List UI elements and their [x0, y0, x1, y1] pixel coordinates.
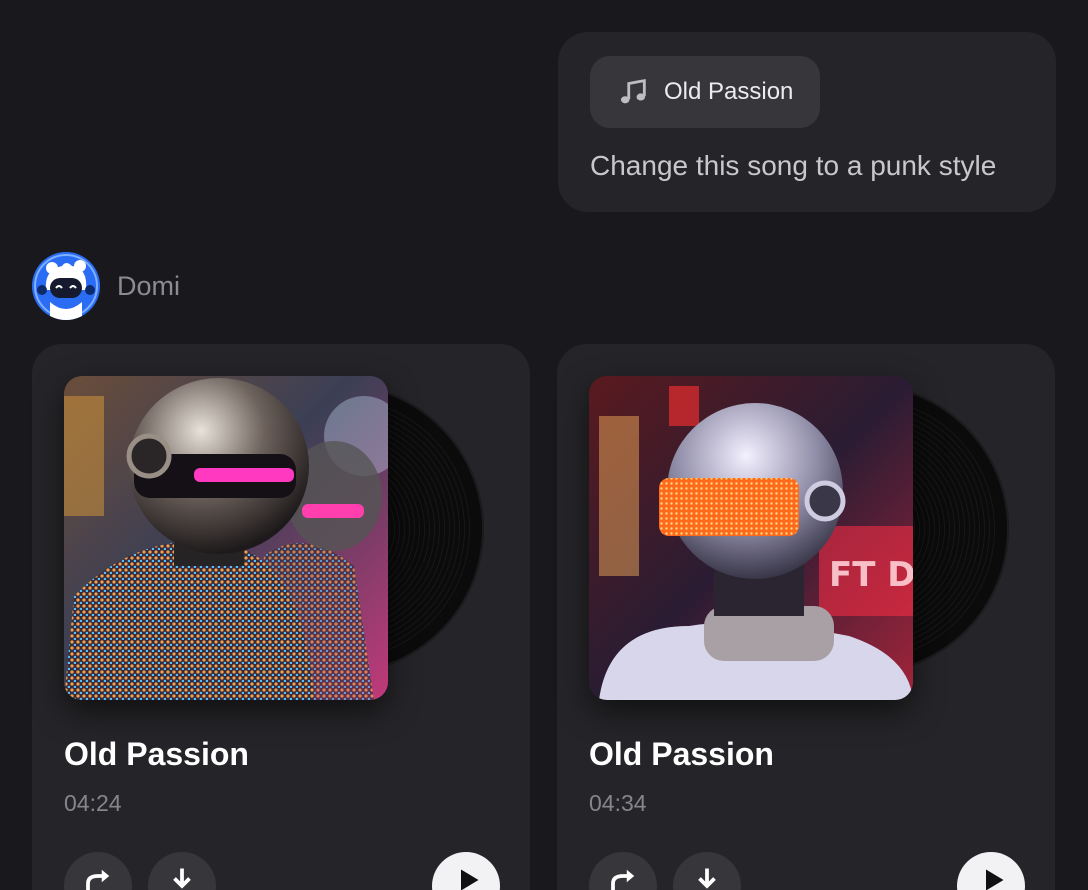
- song-duration: 04:34: [589, 790, 647, 816]
- play-button[interactable]: [957, 852, 1025, 890]
- svg-text:FT D: FT D: [829, 555, 913, 595]
- download-button[interactable]: [673, 852, 741, 890]
- assistant-name: Domi: [117, 270, 181, 301]
- play-icon: [986, 869, 1004, 890]
- regenerate-icon: [611, 869, 635, 890]
- album-cover[interactable]: [64, 376, 388, 700]
- play-button[interactable]: [432, 852, 500, 890]
- download-icon: [173, 868, 191, 889]
- play-icon: [461, 869, 479, 890]
- song-title: Old Passion: [64, 736, 249, 772]
- download-icon: [698, 868, 716, 889]
- song-card: FT D Old Passion 04:34: [557, 344, 1055, 890]
- regenerate-icon: [86, 869, 110, 890]
- download-button[interactable]: [148, 852, 216, 890]
- user-message-bubble: Old Passion Change this song to a punk s…: [558, 32, 1056, 212]
- avatar: [32, 252, 100, 320]
- album-cover[interactable]: FT D: [589, 376, 913, 700]
- regenerate-button[interactable]: [64, 852, 132, 890]
- song-card: Old Passion 04:24: [32, 344, 530, 890]
- music-note-icon: [620, 78, 646, 104]
- assistant-header: Domi: [32, 252, 180, 320]
- user-prompt-text: Change this song to a punk style: [590, 150, 997, 181]
- song-duration: 04:24: [64, 790, 122, 816]
- song-attachment-chip[interactable]: Old Passion: [590, 56, 820, 128]
- attachment-label: Old Passion: [664, 78, 794, 105]
- regenerate-button[interactable]: [589, 852, 657, 890]
- robot-avatar-icon: [32, 252, 100, 320]
- song-title: Old Passion: [589, 736, 774, 772]
